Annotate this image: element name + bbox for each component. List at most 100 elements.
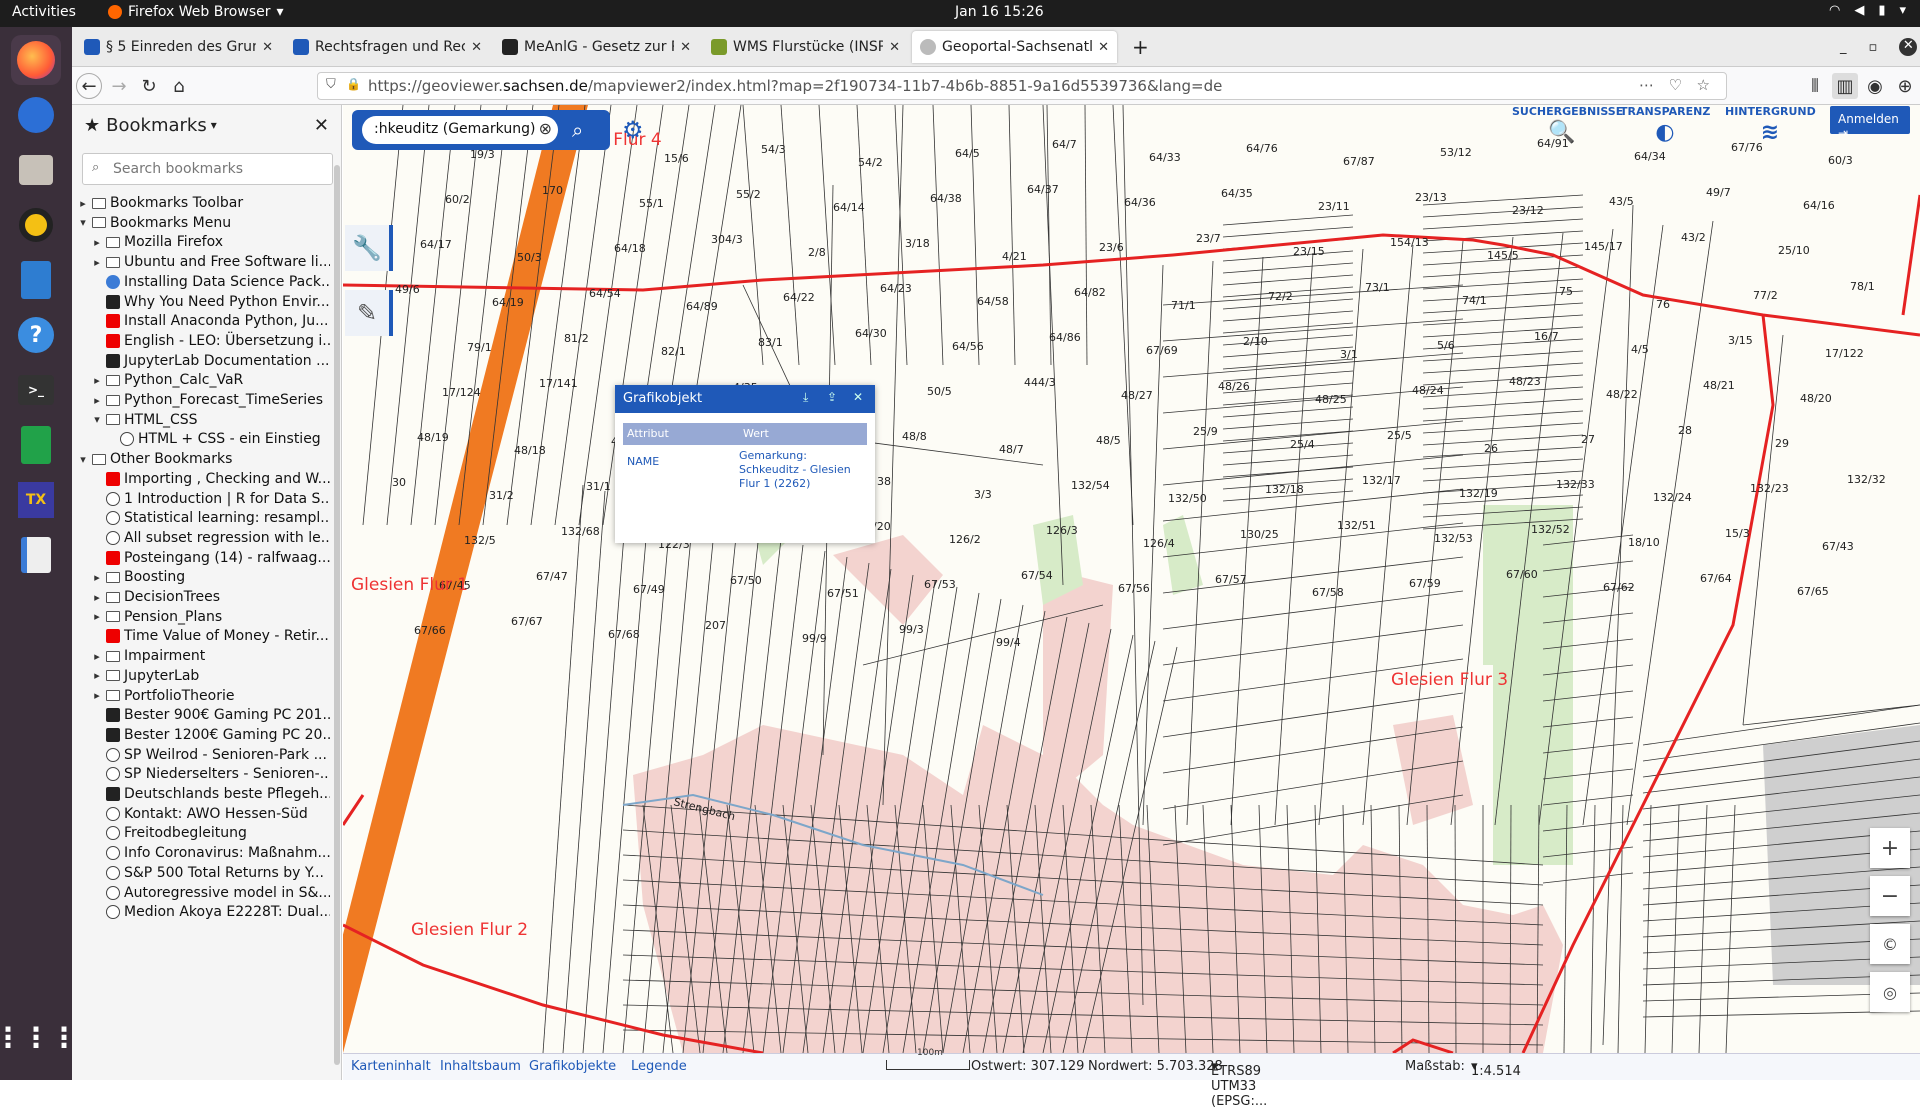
twisty-icon[interactable]: ▸ <box>76 197 90 210</box>
tool-label: TRANSPARENZ <box>1620 105 1711 118</box>
twisty-icon[interactable]: ▸ <box>90 236 104 249</box>
page-actions-icon[interactable]: ⋯ <box>1639 76 1654 94</box>
legende-tab[interactable]: Legende <box>631 1059 687 1074</box>
map-canvas[interactable]: 20/719/317/815/654/354/264/564/764/3364/… <box>343 105 1920 1053</box>
export-icon[interactable]: ⇪ <box>827 390 837 404</box>
grafikobjekte-tab[interactable]: Grafikobjekte <box>529 1059 616 1074</box>
home-icon[interactable]: ⌂ <box>166 73 192 99</box>
forward-icon[interactable]: → <box>106 73 132 99</box>
clock[interactable]: Jan 16 15:26 <box>955 4 1044 20</box>
parcel-line <box>1422 206 1584 218</box>
twisty-icon[interactable]: ▸ <box>90 610 104 623</box>
restore-icon[interactable]: ▫ <box>1869 40 1878 55</box>
bookmark-search-input[interactable]: Search bookmarks <box>82 153 333 185</box>
crs-select[interactable]: ETRS89 UTM33 (EPSG:... ▾ <box>1211 1059 1267 1109</box>
app-menu[interactable]: Firefox Web Browser ▾ <box>108 4 284 20</box>
tab-2[interactable]: Rechtsfragen und Rechts ✕ <box>285 31 490 63</box>
reload-icon[interactable]: ↻ <box>136 73 162 99</box>
close-icon[interactable]: ✕ <box>471 40 482 55</box>
youtube-icon <box>106 471 120 486</box>
navigation-toolbar: ← → ↻ ⌂ ⛉ 🔒 https://geoviewer.sachsen.de/m… <box>72 67 1920 105</box>
back-icon[interactable]: ← <box>76 73 102 99</box>
scale-select[interactable]: 1:4.514 ▾ <box>1471 1059 1521 1079</box>
activities-button[interactable]: Activities <box>12 4 76 20</box>
close-icon[interactable]: ✕ <box>889 40 900 55</box>
twisty-icon[interactable]: ▾ <box>76 216 90 229</box>
twisty-icon[interactable]: ▸ <box>90 374 104 387</box>
suchergebnisse-tool[interactable]: SUCHERGEBNISSE 🔍 <box>1512 105 1623 145</box>
library-icon[interactable]: ⫴ <box>1802 73 1828 99</box>
text-editor-icon[interactable] <box>11 530 61 580</box>
tab-3[interactable]: MeAnlG - Gesetz zur Reg ✕ <box>494 31 699 63</box>
close-icon[interactable]: ✕ <box>1899 38 1918 56</box>
twisty-icon[interactable]: ▸ <box>90 571 104 584</box>
system-tray[interactable]: ◠ ◀ ▮ ▾ <box>1829 3 1906 18</box>
parcel-label: 53/12 <box>1440 146 1472 159</box>
close-icon[interactable]: ✕ <box>314 115 329 136</box>
close-icon[interactable]: ✕ <box>680 40 691 55</box>
pocket-icon[interactable]: ♡ <box>1669 76 1682 94</box>
draw-tool[interactable]: ✎ <box>345 290 393 336</box>
close-icon[interactable]: ✕ <box>1098 40 1109 55</box>
parcel-label: 28 <box>1678 424 1692 437</box>
writer-icon[interactable] <box>11 255 61 305</box>
copyright-button[interactable]: © <box>1870 924 1910 964</box>
star-icon[interactable]: ☆ <box>1697 76 1710 94</box>
zoom-in-button[interactable]: + <box>1870 828 1910 868</box>
wrench-tool[interactable]: 🔧 <box>345 225 393 271</box>
twisty-icon[interactable]: ▾ <box>90 413 104 426</box>
parcel-label: 64/86 <box>1049 331 1081 344</box>
new-tab-button[interactable]: + <box>1124 31 1157 63</box>
zoom-out-button[interactable]: − <box>1870 876 1910 916</box>
twisty-icon[interactable]: ▸ <box>90 669 104 682</box>
show-apps-icon[interactable]: ⋮⋮⋮ <box>0 1012 78 1062</box>
transparenz-tool[interactable]: TRANSPARENZ ◐ <box>1620 105 1710 145</box>
firefox-icon[interactable] <box>11 35 61 85</box>
hintergrund-tool[interactable]: HINTERGRUND ≋ <box>1725 105 1816 145</box>
search-value: :hkeuditz (Gemarkung) <box>374 121 536 137</box>
twisty-icon[interactable]: ▸ <box>90 394 104 407</box>
tab-4[interactable]: WMS Flurstücke (INSPIRE ✕ <box>703 31 908 63</box>
help-icon[interactable]: ? <box>11 310 61 360</box>
locate-button[interactable]: ◎ <box>1870 972 1910 1012</box>
twisty-icon[interactable]: ▸ <box>90 689 104 702</box>
twisty-icon[interactable]: ▾ <box>76 453 90 466</box>
bookmark-item[interactable]: Medion Akoya E2228T: Dual... <box>72 900 330 924</box>
massstab-label: Maßstab: <box>1405 1059 1465 1074</box>
search-icon[interactable]: ⌕ <box>572 118 598 144</box>
attr-value[interactable]: Gemarkung: Schkeuditz - Glesien Flur 1 (… <box>739 445 867 491</box>
search-input[interactable]: :hkeuditz (Gemarkung) ⊗ <box>362 116 558 144</box>
files-icon[interactable] <box>11 145 61 195</box>
gear-icon[interactable]: ⚙ <box>622 116 644 144</box>
sidebar-toggle-icon[interactable]: ▥ <box>1832 73 1858 99</box>
minimize-icon[interactable]: _ <box>1840 40 1847 55</box>
close-icon[interactable]: ✕ <box>262 40 273 55</box>
texmaker-icon[interactable]: TX <box>11 475 61 525</box>
parcel-line <box>1422 446 1584 458</box>
sidebar-header[interactable]: ★ Bookmarks ▾ ✕ <box>72 105 341 145</box>
parcel-label: 18/10 <box>1628 536 1660 549</box>
clear-icon[interactable]: ⊗ <box>539 119 552 138</box>
account-icon[interactable]: ◉ <box>1862 73 1888 99</box>
calc-icon[interactable] <box>11 420 61 470</box>
thunderbird-icon[interactable] <box>11 90 61 140</box>
twisty-icon[interactable]: ▸ <box>90 650 104 663</box>
tab-5-active[interactable]: Geoportal-Sachsenatlas ✕ <box>912 31 1117 63</box>
sidebar-scrollbar[interactable] <box>334 165 340 1065</box>
cadastral-map[interactable]: 20/719/317/815/654/354/264/564/764/3364/… <box>343 105 1920 1053</box>
anmelden-button[interactable]: Anmelden ⇥ <box>1830 106 1910 140</box>
rhythmbox-icon[interactable] <box>11 200 61 250</box>
close-icon[interactable]: ✕ <box>853 390 863 404</box>
inhaltsbaum-tab[interactable]: Inhaltsbaum <box>440 1059 521 1074</box>
download-icon[interactable]: ⤓ <box>803 390 808 405</box>
url-bar[interactable]: ⛉ 🔒 https://geoviewer.sachsen.de/mapviewer… <box>317 72 1727 100</box>
karteninhalt-tab[interactable]: Karteninhalt <box>351 1059 431 1074</box>
parcel-label: 154/13 <box>1390 236 1429 249</box>
tab-1[interactable]: § 5 Einreden des Grundst ✕ <box>76 31 281 63</box>
parcel-label: 48/8 <box>902 430 927 443</box>
twisty-icon[interactable]: ▸ <box>90 256 104 269</box>
terminal-icon[interactable]: >_ <box>11 365 61 415</box>
twisty-icon[interactable]: ▸ <box>90 591 104 604</box>
tool-label: SUCHERGEBNISSE <box>1512 105 1624 118</box>
extensions-icon[interactable]: ⊕ <box>1892 73 1918 99</box>
